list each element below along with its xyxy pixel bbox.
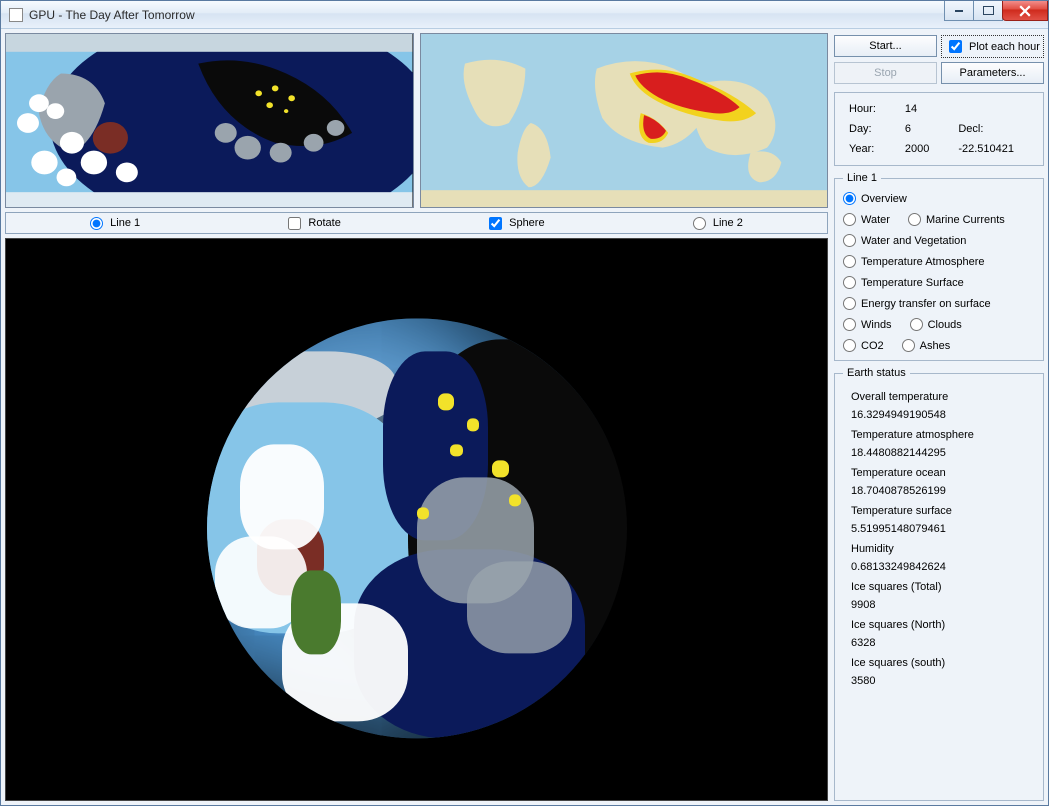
maximize-button[interactable] xyxy=(973,1,1003,21)
status-label: Ice squares (Total) xyxy=(851,581,1029,593)
status-value: 18.4480882144295 xyxy=(851,447,1029,459)
status-value: 6328 xyxy=(851,637,1029,649)
earth-status-legend: Earth status xyxy=(843,367,910,379)
status-value: 3580 xyxy=(851,675,1029,687)
line2-radio[interactable]: Line 2 xyxy=(693,217,743,230)
time-info-box: Hour: 14 Day: 6 Decl: Year: 2000 -22.510… xyxy=(834,92,1044,166)
year-value: 2000 xyxy=(905,143,944,155)
status-value: 5.51995148079461 xyxy=(851,523,1029,535)
opt-marine-currents[interactable]: Marine Currents xyxy=(908,213,1005,226)
day-label: Day: xyxy=(849,123,891,135)
status-value: 18.7040878526199 xyxy=(851,485,1029,497)
start-button[interactable]: Start... xyxy=(834,35,937,57)
line1-radio[interactable]: Line 1 xyxy=(90,217,140,230)
status-label: Ice squares (south) xyxy=(851,657,1029,669)
app-icon xyxy=(9,8,23,22)
status-label: Humidity xyxy=(851,543,1029,555)
status-label: Temperature atmosphere xyxy=(851,429,1029,441)
titlebar: GPU - The Day After Tomorrow xyxy=(1,1,1048,29)
sphere-checkbox[interactable]: Sphere xyxy=(489,217,544,230)
earth-status-list: Overall temperature 16.3294949190548 Tempe… xyxy=(843,387,1037,693)
overview-minimap xyxy=(5,33,414,208)
opt-overview[interactable]: Overview xyxy=(843,192,907,205)
stop-button[interactable]: Stop xyxy=(834,62,937,84)
opt-temp-surface[interactable]: Temperature Surface xyxy=(843,276,964,289)
left-column: Line 1 Rotate Sphere Line 2 xyxy=(5,33,828,801)
decl-value: -22.510421 xyxy=(958,143,1029,155)
main-globe-view xyxy=(5,238,828,801)
status-label: Ice squares (North) xyxy=(851,619,1029,631)
status-value: 0.68133249842624 xyxy=(851,561,1029,573)
parameters-button[interactable]: Parameters... xyxy=(941,62,1044,84)
opt-temp-atmosphere[interactable]: Temperature Atmosphere xyxy=(843,255,985,268)
status-value: 16.3294949190548 xyxy=(851,409,1029,421)
right-panel: Start... Plot each hour Stop Parameters.… xyxy=(834,33,1044,801)
rotate-label: Rotate xyxy=(308,217,340,229)
opt-co2[interactable]: CO2 xyxy=(843,339,884,352)
view-options-bar: Line 1 Rotate Sphere Line 2 xyxy=(5,212,828,234)
window-buttons xyxy=(945,1,1048,21)
year-label: Year: xyxy=(849,143,891,155)
opt-water[interactable]: Water xyxy=(843,213,890,226)
line2-radio-label: Line 2 xyxy=(713,217,743,229)
status-label: Overall temperature xyxy=(851,391,1029,403)
status-label: Temperature ocean xyxy=(851,467,1029,479)
sim-controls: Start... Plot each hour Stop Parameters.… xyxy=(834,33,1044,86)
plot-each-hour-checkbox[interactable]: Plot each hour xyxy=(941,35,1044,58)
opt-clouds[interactable]: Clouds xyxy=(910,318,962,331)
opt-energy-transfer[interactable]: Energy transfer on surface xyxy=(843,297,991,310)
window-title: GPU - The Day After Tomorrow xyxy=(29,8,195,22)
close-button[interactable] xyxy=(1002,1,1048,21)
decl-label: Decl: xyxy=(958,123,1029,135)
line1-radio-label: Line 1 xyxy=(110,217,140,229)
status-value: 9908 xyxy=(851,599,1029,611)
day-value: 6 xyxy=(905,123,944,135)
app-window: GPU - The Day After Tomorrow xyxy=(0,0,1049,806)
opt-water-vegetation[interactable]: Water and Vegetation xyxy=(843,234,966,247)
client-area: Line 1 Rotate Sphere Line 2 xyxy=(1,29,1048,805)
line1-legend: Line 1 xyxy=(843,172,881,184)
opt-ashes[interactable]: Ashes xyxy=(902,339,951,352)
line1-options-group: Line 1 Overview Water Marine Currents Wa… xyxy=(834,172,1044,361)
globe-sphere xyxy=(207,318,627,738)
earth-status-group: Earth status Overall temperature 16.32949… xyxy=(834,367,1044,801)
hotspot-minimap xyxy=(420,33,829,208)
sphere-label: Sphere xyxy=(509,217,544,229)
rotate-checkbox[interactable]: Rotate xyxy=(288,217,340,230)
hour-value: 14 xyxy=(905,103,944,115)
opt-winds[interactable]: Winds xyxy=(843,318,892,331)
plot-each-hour-label: Plot each hour xyxy=(969,41,1040,53)
status-label: Temperature surface xyxy=(851,505,1029,517)
minimize-button[interactable] xyxy=(944,1,974,21)
minimap-row xyxy=(5,33,828,208)
hour-label: Hour: xyxy=(849,103,891,115)
